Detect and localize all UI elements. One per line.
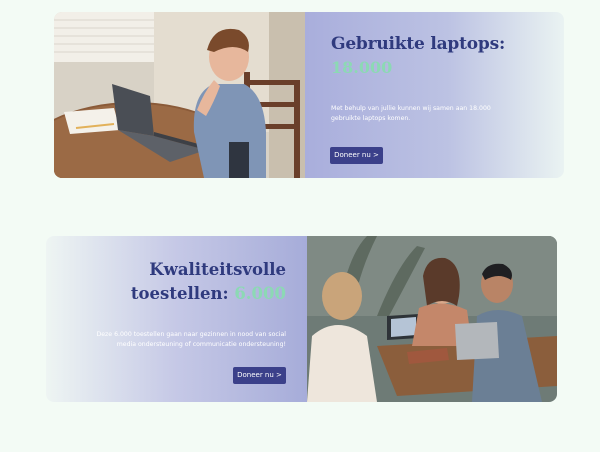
students-with-laptops-photo xyxy=(307,236,557,402)
quality-devices-card: Kwaliteitsvolle toestellen: 6.000 Deze 6… xyxy=(46,236,557,402)
used-laptops-count: 18.000 xyxy=(331,58,393,77)
quality-devices-panel: Kwaliteitsvolle toestellen: 6.000 Deze 6… xyxy=(46,236,308,402)
donate-now-button[interactable]: Doneer nu > xyxy=(330,147,383,164)
quality-devices-title: Kwaliteitsvolle xyxy=(149,260,286,279)
used-laptops-panel: Gebruikte laptops: 18.000 Met behulp van… xyxy=(305,12,564,178)
quality-devices-description: Deze 6.000 toestellen gaan naar gezinnen… xyxy=(96,331,286,348)
used-laptops-card: Gebruikte laptops: 18.000 Met behulp van… xyxy=(54,12,564,178)
quality-devices-title-line2: toestellen: 6.000 xyxy=(131,284,286,303)
used-laptops-title: Gebruikte laptops: xyxy=(331,34,506,54)
quality-devices-title-label: toestellen: xyxy=(130,284,229,303)
used-laptops-description: Met behulp van jullie kunnen wij samen a… xyxy=(331,105,491,122)
donate-now-button[interactable]: Doneer nu > xyxy=(233,367,286,384)
quality-devices-count: 6.000 xyxy=(234,284,286,303)
boy-with-laptop-photo xyxy=(54,12,305,178)
